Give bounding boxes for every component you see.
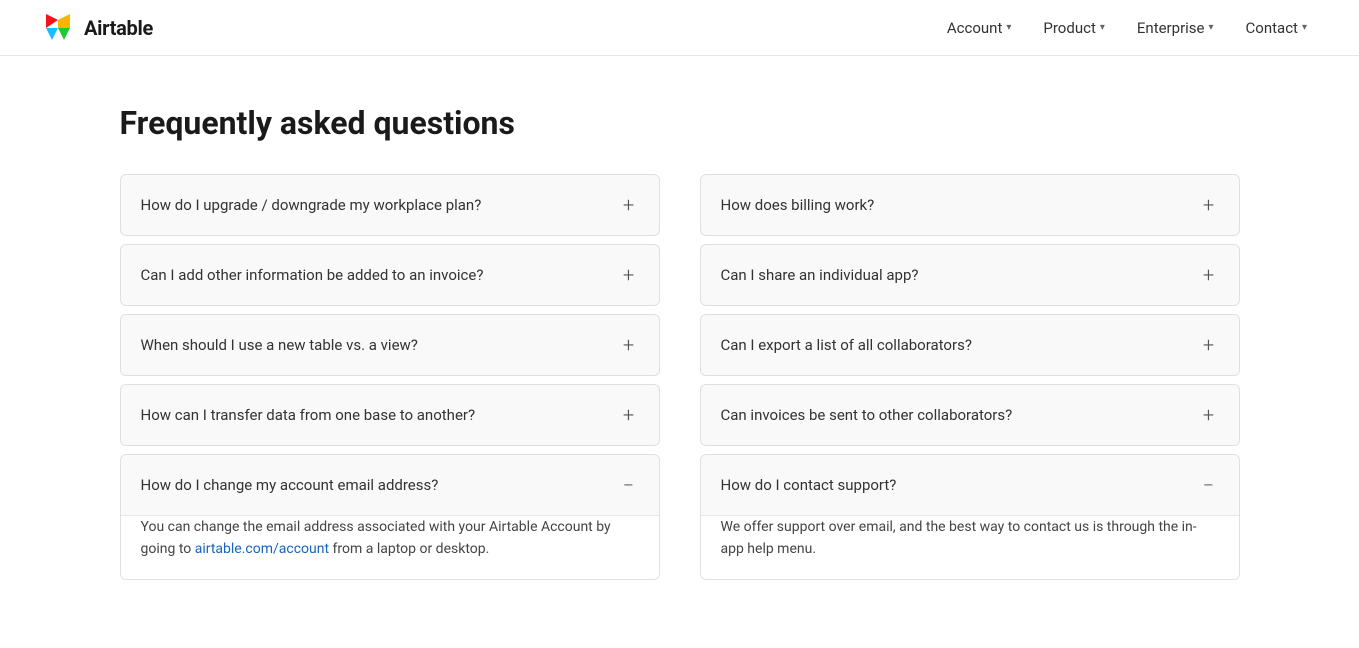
faq-answer-link-q5[interactable]: airtable.com/account	[195, 541, 329, 557]
faq-toggle-q9: +	[1199, 405, 1219, 425]
nav-enterprise-chevron: ▾	[1209, 22, 1214, 33]
faq-question-text-q10: How do I contact support?	[721, 475, 1199, 496]
nav-account-chevron: ▾	[1006, 22, 1011, 33]
nav-account-label: Account	[947, 19, 1003, 37]
faq-toggle-q6: +	[1199, 195, 1219, 215]
faq-toggle-q8: +	[1199, 335, 1219, 355]
faq-question-text-q4: How can I transfer data from one base to…	[141, 405, 619, 426]
nav-contact-label: Contact	[1246, 19, 1298, 37]
faq-question-q2[interactable]: Can I add other information be added to …	[121, 245, 659, 305]
faq-question-q1[interactable]: How do I upgrade / downgrade my workplac…	[121, 175, 659, 235]
faq-question-q8[interactable]: Can I export a list of all collaborators…	[701, 315, 1239, 375]
faq-item-q8: Can I export a list of all collaborators…	[700, 314, 1240, 376]
faq-question-q6[interactable]: How does billing work? +	[701, 175, 1239, 235]
faq-toggle-q10: −	[1199, 475, 1219, 495]
faq-answer-wrapper-q5: You can change the email address associa…	[121, 515, 659, 579]
nav-item-contact[interactable]: Contact ▾	[1234, 13, 1319, 43]
faq-question-text-q5: How do I change my account email address…	[141, 475, 619, 496]
faq-question-q3[interactable]: When should I use a new table vs. a view…	[121, 315, 659, 375]
faq-item-q3: When should I use a new table vs. a view…	[120, 314, 660, 376]
faq-question-text-q7: Can I share an individual app?	[721, 265, 1199, 286]
faq-question-text-q8: Can I export a list of all collaborators…	[721, 335, 1199, 356]
faq-toggle-q5: −	[619, 475, 639, 495]
faq-question-q5[interactable]: How do I change my account email address…	[121, 455, 659, 515]
faq-column-left: How do I upgrade / downgrade my workplac…	[120, 174, 660, 588]
nav-contact-chevron: ▾	[1302, 22, 1307, 33]
faq-question-q10[interactable]: How do I contact support? −	[701, 455, 1239, 515]
nav-product-chevron: ▾	[1100, 22, 1105, 33]
faq-question-q7[interactable]: Can I share an individual app? +	[701, 245, 1239, 305]
faq-item-q5: How do I change my account email address…	[120, 454, 660, 580]
faq-question-q9[interactable]: Can invoices be sent to other collaborat…	[701, 385, 1239, 445]
nav-item-account[interactable]: Account ▾	[935, 13, 1024, 43]
faq-item-q6: How does billing work? +	[700, 174, 1240, 236]
nav-item-enterprise[interactable]: Enterprise ▾	[1125, 13, 1226, 43]
faq-answer-q5: You can change the email address associa…	[121, 515, 659, 579]
faq-column-right: How does billing work? + Can I share an …	[700, 174, 1240, 588]
main-nav: Airtable Account ▾ Product ▾ Enterprise …	[0, 0, 1359, 56]
faq-question-text-q1: How do I upgrade / downgrade my workplac…	[141, 195, 619, 216]
nav-links: Account ▾ Product ▾ Enterprise ▾ Contact…	[935, 13, 1319, 43]
faq-toggle-q3: +	[619, 335, 639, 355]
faq-answer-wrapper-q10: We offer support over email, and the bes…	[701, 515, 1239, 579]
faq-item-q7: Can I share an individual app? +	[700, 244, 1240, 306]
main-content: Frequently asked questions How do I upgr…	[80, 56, 1280, 648]
faq-question-text-q2: Can I add other information be added to …	[141, 265, 619, 286]
faq-question-text-q9: Can invoices be sent to other collaborat…	[721, 405, 1199, 426]
faq-item-q9: Can invoices be sent to other collaborat…	[700, 384, 1240, 446]
faq-item-q2: Can I add other information be added to …	[120, 244, 660, 306]
page-title: Frequently asked questions	[120, 104, 1240, 142]
faq-item-q1: How do I upgrade / downgrade my workplac…	[120, 174, 660, 236]
brand-name: Airtable	[84, 16, 153, 40]
faq-answer-after-q5: from a laptop or desktop.	[329, 541, 489, 557]
faq-toggle-q4: +	[619, 405, 639, 425]
airtable-logo-icon	[40, 10, 76, 46]
faq-toggle-q1: +	[619, 195, 639, 215]
faq-item-q4: How can I transfer data from one base to…	[120, 384, 660, 446]
nav-product-label: Product	[1043, 19, 1095, 37]
nav-enterprise-label: Enterprise	[1137, 19, 1205, 37]
faq-toggle-q7: +	[1199, 265, 1219, 285]
faq-answer-q10: We offer support over email, and the bes…	[701, 515, 1239, 579]
faq-question-q4[interactable]: How can I transfer data from one base to…	[121, 385, 659, 445]
faq-item-q10: How do I contact support? − We offer sup…	[700, 454, 1240, 580]
nav-item-product[interactable]: Product ▾	[1031, 13, 1116, 43]
faq-grid: How do I upgrade / downgrade my workplac…	[120, 174, 1240, 588]
logo[interactable]: Airtable	[40, 10, 153, 46]
faq-toggle-q2: +	[619, 265, 639, 285]
faq-question-text-q6: How does billing work?	[721, 195, 1199, 216]
faq-question-text-q3: When should I use a new table vs. a view…	[141, 335, 619, 356]
